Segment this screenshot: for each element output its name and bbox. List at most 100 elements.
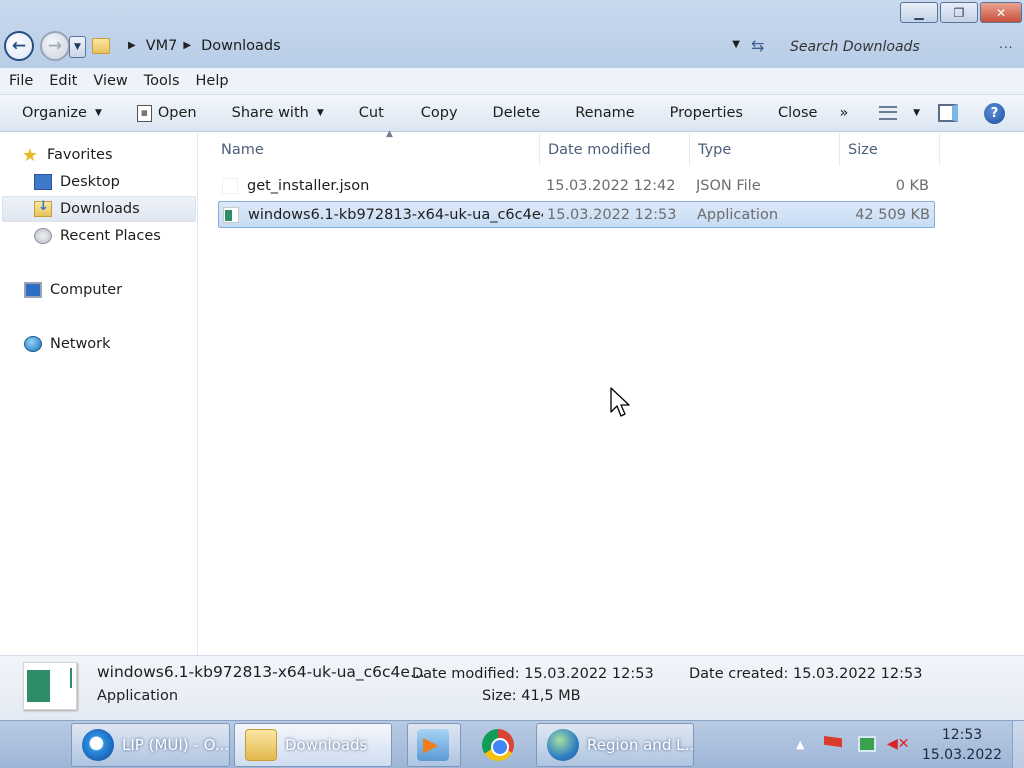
- clock-date: 15.03.2022: [921, 747, 1003, 763]
- file-date: 15.03.2022 12:53: [547, 206, 677, 223]
- address-dropdown-icon[interactable]: ▼: [732, 39, 740, 50]
- column-name-label: Name: [221, 141, 264, 158]
- nav-downloads-label: Downloads: [60, 201, 140, 217]
- taskbar-item-label: Region and L...: [587, 736, 694, 754]
- date-modified-value: 15.03.2022 12:53: [524, 666, 654, 682]
- more-commands-button[interactable]: »: [830, 95, 861, 131]
- file-name-cell: windows6.1-kb972813-x64-uk-ua_c6c4e4...: [223, 202, 543, 227]
- views-dropdown-icon[interactable]: ▼: [913, 108, 920, 118]
- nav-computer[interactable]: Computer: [24, 277, 194, 303]
- window-titlebar: ▁ ❐ ✕ ← → ▼ ▶ VM7 ▶ Downloads ▼ ⇆ Search…: [0, 0, 1024, 68]
- recent-places-icon: [34, 228, 52, 244]
- properties-button[interactable]: Properties: [648, 95, 756, 131]
- organize-button[interactable]: Organize ▼: [0, 95, 115, 131]
- volume-muted-icon[interactable]: ◀✕: [887, 736, 910, 752]
- file-size: 0 KB: [895, 177, 929, 194]
- search-icon[interactable]: ...: [1000, 37, 1014, 51]
- details-date-modified: Date modified: 15.03.2022 12:53: [412, 666, 654, 682]
- open-file-icon: ▦: [136, 104, 152, 122]
- copy-label: Copy: [420, 105, 458, 121]
- rename-button[interactable]: Rename: [553, 95, 647, 131]
- menu-view[interactable]: View: [84, 73, 134, 89]
- breadcrumb-arrow-icon[interactable]: ▶: [128, 40, 136, 51]
- taskbar-item-region[interactable]: Region and L...: [536, 723, 694, 767]
- open-button[interactable]: ▦ Open: [115, 95, 210, 131]
- nav-desktop[interactable]: Desktop: [34, 169, 194, 195]
- file-name: get_installer.json: [247, 177, 370, 194]
- refresh-icon[interactable]: ⇆: [751, 36, 764, 55]
- nav-network[interactable]: Network: [24, 331, 194, 357]
- more-commands-icon: »: [839, 105, 849, 121]
- cut-label: Cut: [358, 105, 384, 121]
- size-value: 41,5 MB: [521, 688, 581, 704]
- column-header-type[interactable]: Type: [690, 133, 840, 166]
- column-header-name[interactable]: Name: [213, 133, 540, 166]
- show-hidden-icons-icon[interactable]: ▲: [796, 738, 804, 751]
- copy-button[interactable]: Copy: [397, 95, 471, 131]
- address-bar[interactable]: ▶ VM7 ▶ Downloads ▼: [90, 32, 746, 59]
- menu-help[interactable]: Help: [187, 73, 236, 89]
- preview-pane-icon[interactable]: [938, 104, 958, 122]
- column-headers: ▲ Name Date modified Type Size: [213, 129, 943, 166]
- back-button[interactable]: ←: [4, 31, 34, 61]
- nav-computer-label: Computer: [50, 282, 123, 298]
- breadcrumb-downloads[interactable]: Downloads: [201, 38, 281, 54]
- menu-edit[interactable]: Edit: [40, 73, 84, 89]
- downloads-folder-icon: [34, 199, 52, 217]
- size-label: Size:: [482, 688, 517, 704]
- share-with-label: Share with: [231, 105, 309, 121]
- help-icon[interactable]: ?: [984, 102, 1005, 124]
- breadcrumb-arrow-icon[interactable]: ▶: [183, 40, 191, 51]
- change-view-icon[interactable]: [879, 106, 898, 120]
- file-row[interactable]: get_installer.json 15.03.2022 12:42 JSON…: [218, 173, 935, 200]
- menu-tools[interactable]: Tools: [135, 73, 187, 89]
- folder-icon: [92, 37, 110, 54]
- share-with-button[interactable]: Share with ▼: [210, 95, 337, 131]
- recent-pages-button[interactable]: ▼: [69, 36, 86, 58]
- nav-recent-places-label: Recent Places: [60, 228, 161, 244]
- taskbar-item-chrome[interactable]: [472, 723, 526, 767]
- menu-file[interactable]: File: [0, 73, 40, 89]
- forward-arrow-icon: →: [47, 36, 63, 56]
- column-date-label: Date modified: [548, 141, 651, 158]
- close-window-button[interactable]: ✕: [980, 2, 1022, 23]
- close-button[interactable]: Close: [756, 95, 831, 131]
- search-input[interactable]: Search Downloads ...: [780, 33, 1024, 60]
- search-placeholder: Search Downloads: [790, 38, 920, 55]
- action-center-flag-icon[interactable]: [824, 736, 842, 748]
- back-arrow-icon: ←: [11, 36, 27, 56]
- taskbar-item-downloads[interactable]: Downloads: [234, 723, 392, 767]
- taskbar-item-media-player[interactable]: [407, 723, 461, 767]
- details-size: Size: 41,5 MB: [482, 688, 581, 704]
- taskbar-item-label: LIP (MUI) - O...: [122, 736, 230, 754]
- close-label: Close: [777, 105, 818, 121]
- file-name: windows6.1-kb972813-x64-uk-ua_c6c4e4...: [248, 206, 543, 223]
- nav-downloads[interactable]: Downloads: [2, 196, 196, 222]
- nav-favorites[interactable]: ★ Favorites: [21, 142, 191, 168]
- file-size: 42 509 KB: [855, 206, 930, 223]
- rename-label: Rename: [575, 105, 635, 121]
- taskbar-item-ie[interactable]: LIP (MUI) - O...: [71, 723, 230, 767]
- delete-label: Delete: [492, 105, 541, 121]
- date-modified-label: Date modified:: [412, 666, 520, 682]
- column-header-size[interactable]: Size: [840, 133, 940, 166]
- breadcrumb-vm7[interactable]: VM7: [146, 38, 178, 54]
- desktop-icon: [34, 174, 52, 190]
- taskbar: LIP (MUI) - O... Downloads Region and L.…: [0, 720, 1024, 768]
- details-file-name: windows6.1-kb972813-x64-uk-ua_c6c4e...: [97, 663, 425, 681]
- file-row-selected[interactable]: windows6.1-kb972813-x64-uk-ua_c6c4e4... …: [218, 201, 935, 228]
- network-icon: [24, 336, 42, 352]
- delete-button[interactable]: Delete: [471, 95, 554, 131]
- nav-recent-places[interactable]: Recent Places: [34, 223, 194, 249]
- forward-button[interactable]: →: [40, 31, 70, 61]
- details-pane: windows6.1-kb972813-x64-uk-ua_c6c4e... A…: [0, 655, 1024, 720]
- network-status-icon[interactable]: [858, 736, 876, 752]
- system-clock[interactable]: 12:53 15.03.2022: [920, 725, 1004, 765]
- cut-button[interactable]: Cut: [337, 95, 397, 131]
- application-icon: [223, 206, 239, 223]
- restore-button[interactable]: ❐: [940, 2, 978, 23]
- show-desktop-button[interactable]: [1012, 721, 1024, 768]
- column-header-date-modified[interactable]: Date modified: [540, 133, 690, 166]
- nav-favorites-label: Favorites: [47, 147, 113, 163]
- minimize-button[interactable]: ▁: [900, 2, 938, 23]
